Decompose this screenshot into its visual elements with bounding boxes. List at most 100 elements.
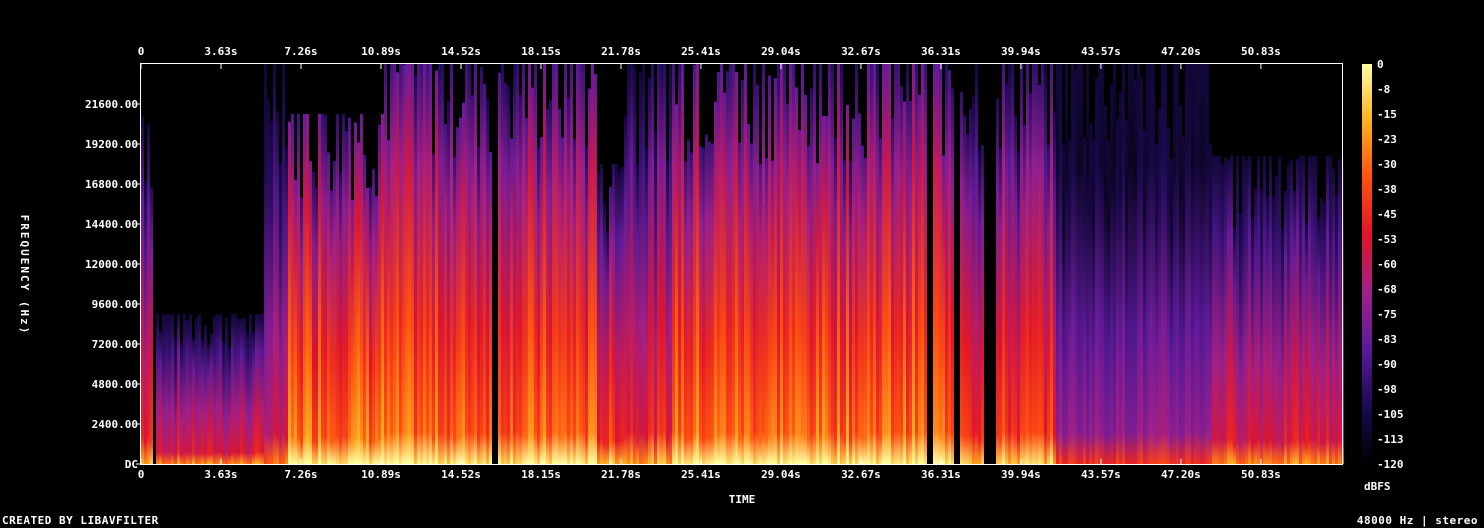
spectrogram-column — [1095, 77, 1098, 465]
spectrogram-column — [480, 67, 483, 464]
spectrogram-column — [162, 314, 165, 464]
spectrogram-column — [852, 118, 855, 464]
spectrogram-column — [609, 186, 612, 464]
spectrogram-column — [273, 64, 276, 464]
spectrogram-column — [945, 64, 948, 464]
spectrogram-column — [1233, 227, 1236, 464]
spectrogram-column — [444, 123, 447, 464]
x-tick-label: 47.20s — [1161, 45, 1201, 58]
spectrogram-column — [333, 161, 336, 464]
spectrogram-column — [747, 123, 750, 464]
spectrogram-column — [570, 64, 573, 464]
spectrogram-column — [195, 318, 198, 464]
spectrogram-column — [1128, 64, 1131, 464]
spectrogram-column — [1293, 190, 1296, 464]
spectrogram-column — [1008, 64, 1011, 464]
spectrogram-column — [354, 122, 357, 465]
spectrogram-column — [564, 64, 567, 464]
spectrogram-column — [948, 70, 951, 464]
footer-credit: CREATED BY LIBAVFILTER — [2, 514, 159, 527]
spectrogram-column — [1056, 64, 1059, 464]
spectrogram-column — [348, 117, 351, 465]
y-tick-label: 16800.00 — [85, 178, 138, 191]
spectrogram-column — [867, 64, 870, 464]
spectrogram-column — [903, 101, 906, 464]
spectrogram-column — [261, 314, 264, 464]
spectrogram-column — [309, 161, 312, 464]
spectrogram-column — [624, 115, 627, 464]
x-tick-label: 36.31s — [921, 468, 961, 481]
spectrogram-column — [924, 64, 927, 464]
spectrogram-column — [1110, 84, 1113, 464]
spectrogram-column — [390, 64, 393, 464]
spectrogram-column — [762, 64, 765, 464]
spectrogram-column — [1221, 164, 1224, 464]
x-tick-label: 47.20s — [1161, 468, 1201, 481]
spectrogram-column — [1257, 155, 1260, 464]
spectrogram-column — [744, 64, 747, 464]
spectrogram-column — [765, 158, 768, 464]
spectrogram-column — [231, 314, 234, 464]
spectrogram-column — [546, 108, 549, 464]
spectrogram-column — [981, 145, 984, 464]
x-axis-label: TIME — [729, 493, 756, 506]
spectrogram-column — [1311, 155, 1314, 464]
spectrogram-column — [1203, 64, 1206, 464]
spectrogram-column — [1044, 64, 1047, 464]
x-tick-label: 10.89s — [361, 468, 401, 481]
spectrogram-column — [588, 88, 591, 464]
spectrogram-column — [1275, 175, 1278, 464]
spectrogram-column — [645, 146, 648, 464]
x-tick-label: 3.63s — [204, 468, 237, 481]
spectrogram-column — [402, 64, 405, 464]
spectrogram-column — [1314, 155, 1317, 464]
spectrogram-column — [1317, 217, 1320, 464]
spectrogram-column — [777, 64, 780, 464]
spectrogram-column — [1296, 159, 1299, 465]
spectrogram-column — [1026, 64, 1029, 464]
spectrogram-column — [642, 64, 645, 464]
spectrogram-column — [1020, 64, 1023, 464]
spectrogram-column — [675, 104, 678, 464]
spectrogram-column — [435, 70, 438, 464]
y-tick-label: DC — [125, 458, 138, 471]
spectrogram-column — [942, 155, 945, 465]
spectrogram-column — [249, 314, 252, 464]
spectrogram-column — [369, 186, 372, 464]
spectrogram-column — [591, 64, 594, 464]
spectrogram-column — [756, 84, 759, 465]
spectrogram-column — [282, 64, 285, 464]
y-tick-label: 12000.00 — [85, 258, 138, 271]
spectrogram-column — [1002, 64, 1005, 464]
spectrogram-column — [1248, 155, 1251, 464]
spectrogram-column — [1200, 64, 1203, 464]
spectrogram-column — [267, 99, 270, 464]
spectrogram-column — [708, 141, 711, 464]
spectrogram-column — [1209, 144, 1212, 464]
spectrogram-column — [843, 160, 846, 465]
spectrogram-column — [1299, 155, 1302, 464]
spectrogram-column — [384, 64, 387, 464]
spectrogram-column — [528, 64, 531, 464]
spectrogram-column — [306, 114, 309, 464]
colorbar-tick-label: -105 — [1377, 408, 1404, 421]
spectrogram-plot — [141, 64, 1344, 465]
spectrogram-column — [1329, 155, 1332, 464]
spectrogram-column — [1251, 217, 1254, 464]
spectrogram-column — [1176, 64, 1179, 464]
spectrogram-column — [960, 91, 963, 465]
spectrogram-column — [1155, 144, 1158, 464]
x-tick-label: 32.67s — [841, 468, 881, 481]
spectrogram-column — [702, 147, 705, 464]
spectrogram-column — [1197, 64, 1200, 464]
spectrogram-column — [840, 64, 843, 464]
spectrogram-column — [468, 64, 471, 464]
x-tick-label: 14.52s — [441, 468, 481, 481]
spectrogram-column — [921, 64, 924, 464]
spectrogram-column — [426, 64, 429, 464]
spectrogram-column — [1332, 168, 1335, 464]
spectrogram-column — [549, 99, 552, 465]
spectrogram-column — [825, 115, 828, 464]
spectrogram-column — [234, 314, 237, 464]
spectrogram-column — [1089, 123, 1092, 464]
